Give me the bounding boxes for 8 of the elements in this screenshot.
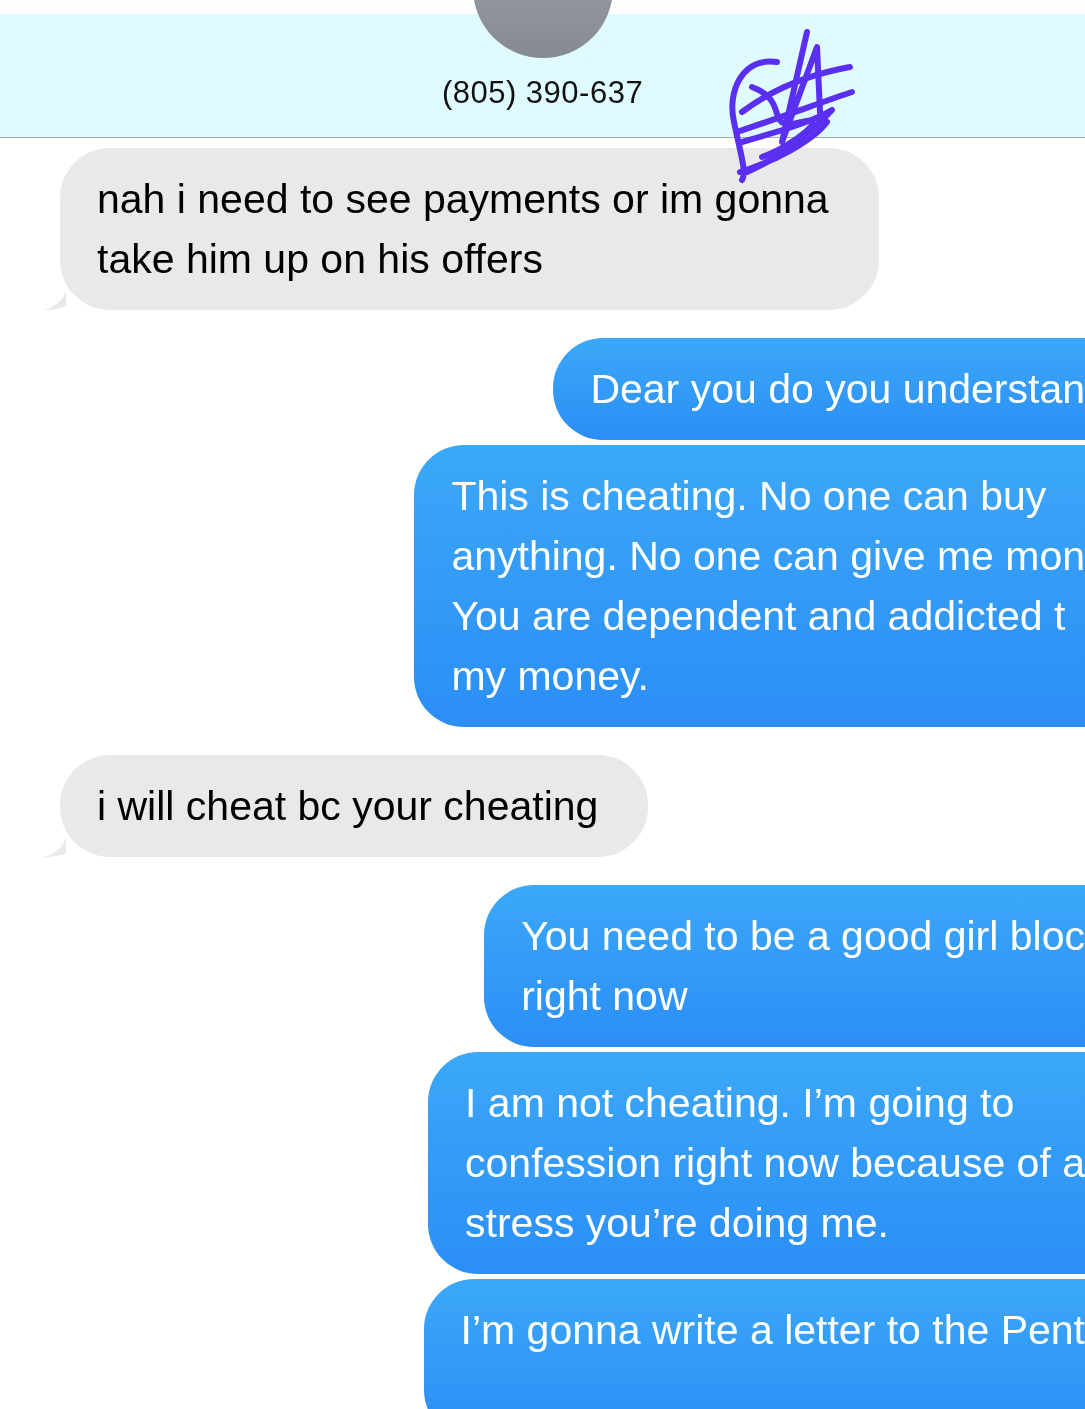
- received-message: nah i need to see payments or im gonna take him up on his offers: [60, 148, 879, 310]
- sent-message: Dear you do you understan: [553, 338, 1085, 440]
- sent-message: I’m gonna write a letter to the Pent: [423, 1279, 1085, 1409]
- sent-message: You need to be a good girl bloc right now: [484, 885, 1085, 1047]
- sent-message: This is cheating. No one can buy anything. No one can give me mon You are dependent and addicted t my money.: [414, 445, 1085, 727]
- sent-message: I am not cheating. I’m going to confession right now because of a stress you’re doing me.: [428, 1052, 1085, 1274]
- contact-number: (805) 390-637: [441, 75, 644, 111]
- received-message: i will cheat bc your cheating: [60, 755, 649, 857]
